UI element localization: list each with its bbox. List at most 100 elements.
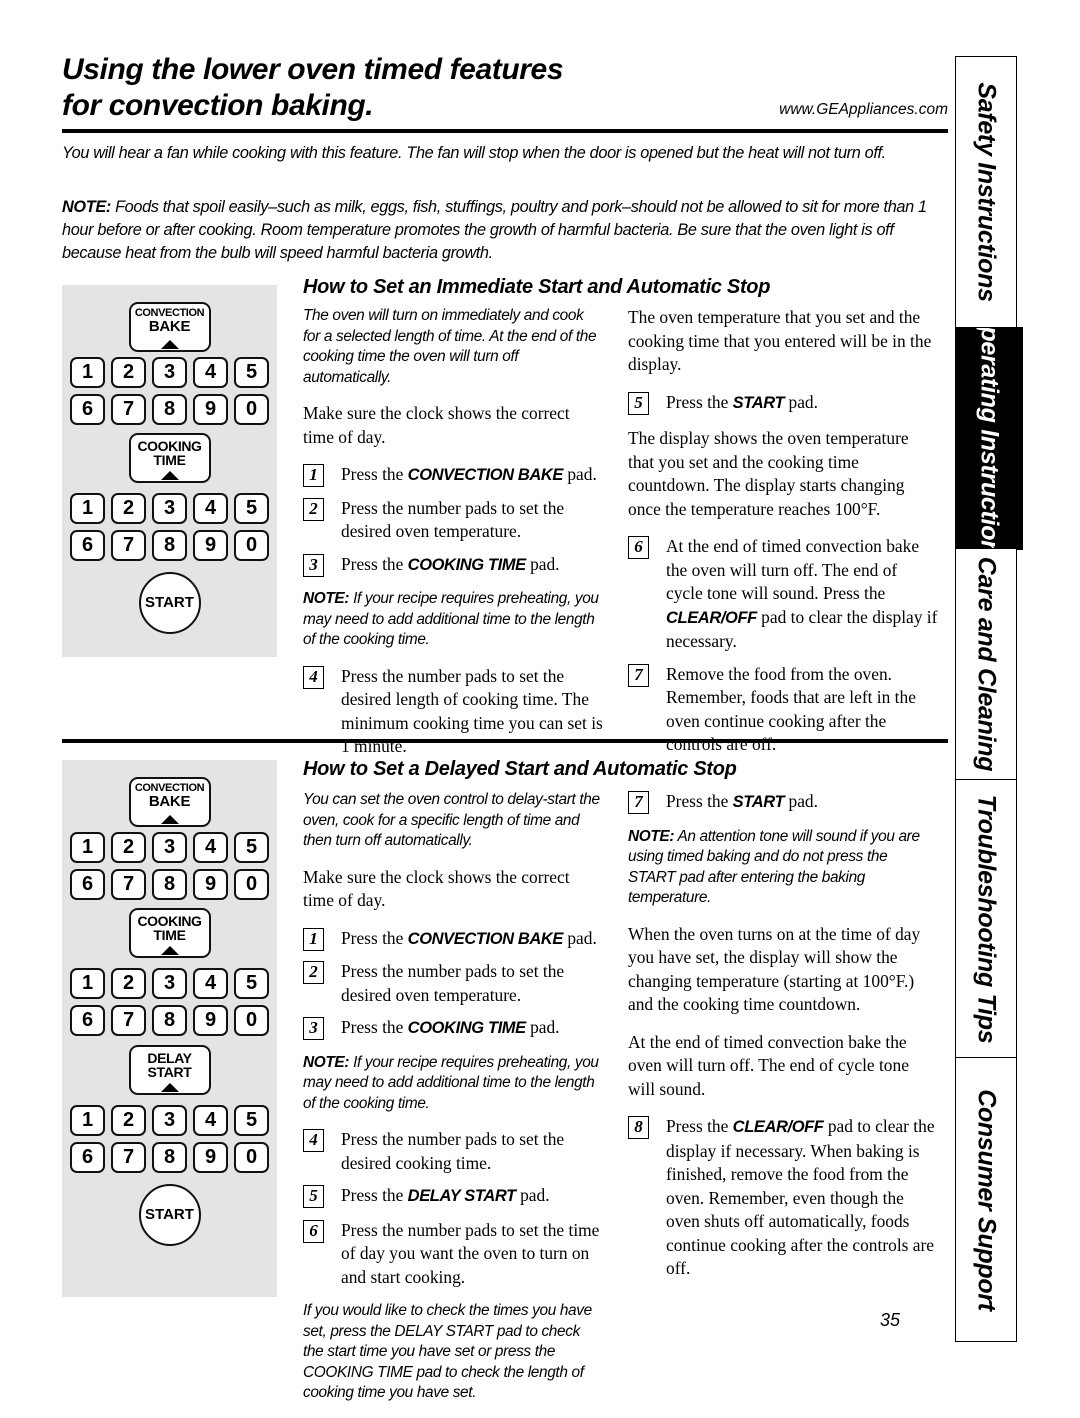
number-pad-1[interactable]: 1 [70,1105,105,1136]
number-pad-7[interactable]: 7 [111,394,146,425]
number-pad-9[interactable]: 9 [193,1005,228,1036]
cooking-time-pad[interactable]: COOKING TIME [128,433,211,483]
keypad-row-top-3: 12345 [70,1105,269,1136]
keypad-row-top-1: 12345 [70,832,269,863]
number-pad-9[interactable]: 9 [193,394,228,425]
step-text-pre: Press the [666,1116,733,1136]
number-pad-7[interactable]: 7 [111,1142,146,1173]
number-pad-2[interactable]: 2 [111,968,146,999]
keypad-row-bottom-2: 67890 [70,530,269,561]
number-pad-3[interactable]: 3 [152,1105,187,1136]
number-pad-6[interactable]: 6 [70,869,105,900]
number-pad-6[interactable]: 6 [70,1142,105,1173]
number-pad-0[interactable]: 0 [234,530,269,561]
keypad-row-top-1: 12345 [70,357,269,388]
number-pad-9[interactable]: 9 [193,530,228,561]
keypad-row-bottom-1: 67890 [70,869,269,900]
intro-paragraph: You will hear a fan while cooking with t… [62,144,886,162]
sidebar-tab-troubleshooting-tips[interactable]: Troubleshooting Tips [955,778,1017,1059]
number-pad-5[interactable]: 5 [234,968,269,999]
note-label: NOTE: [628,827,675,845]
step-text-pre: Press the [341,927,408,948]
number-pad-1[interactable]: 1 [70,968,105,999]
pad-reference: START [732,393,785,412]
number-pad-1[interactable]: 1 [70,832,105,863]
sidebar-tab-care-and-cleaning[interactable]: Care and Cleaning [955,548,1017,780]
number-pad-4[interactable]: 4 [193,493,228,524]
number-pad-4[interactable]: 4 [193,832,228,863]
step-number-box: 5 [303,1185,324,1208]
cooking-time-pad[interactable]: COOKING TIME [128,908,211,958]
number-pad-5[interactable]: 5 [234,357,269,388]
sidebar-tab-operating-instructions[interactable]: Operating Instructions [955,326,1023,550]
step-text-post: pad. [563,927,597,948]
section-2-preheat-note: NOTE: If your recipe requires preheating… [303,1053,603,1115]
number-pad-8[interactable]: 8 [152,869,187,900]
step-number-box: 7 [628,791,649,814]
number-pad-2[interactable]: 2 [111,832,146,863]
section-2-heading: How to Set a Delayed Start and Automatic… [303,758,737,780]
page-title-line-1: Using the lower oven timed features [62,53,564,86]
number-pad-7[interactable]: 7 [111,869,146,900]
number-pad-6[interactable]: 6 [70,530,105,561]
number-pad-2[interactable]: 2 [111,357,146,388]
sidebar-tab-label: Troubleshooting Tips [972,794,1001,1043]
number-pad-3[interactable]: 3 [152,832,187,863]
number-pad-0[interactable]: 0 [234,869,269,900]
page-number: 35 [880,1310,901,1330]
number-pad-3[interactable]: 3 [152,357,187,388]
delay-start-pad-line-2: START [147,1064,192,1081]
number-pad-3[interactable]: 3 [152,968,187,999]
number-pad-7[interactable]: 7 [111,1005,146,1036]
number-pad-9[interactable]: 9 [193,1142,228,1173]
pad-arrow-icon [160,815,179,824]
number-pad-8[interactable]: 8 [152,394,187,425]
step-text-pre: Press the [341,1185,408,1205]
number-pad-8[interactable]: 8 [152,1142,187,1173]
step-number-box: 6 [303,1219,324,1243]
number-pad-6[interactable]: 6 [70,394,105,425]
number-pad-5[interactable]: 5 [234,1105,269,1136]
number-pad-2[interactable]: 2 [111,1105,146,1136]
step-text-post: pad. [525,1017,560,1037]
pad-arrow-icon [160,946,179,955]
step-number-box: 4 [303,665,324,689]
delay-start-pad[interactable]: DELAY START [128,1045,211,1095]
section-2-step-8: 8 Press the CLEAR/OFF pad to clear the d… [628,1115,938,1281]
number-pad-4[interactable]: 4 [193,968,228,999]
number-pad-9[interactable]: 9 [193,869,228,900]
number-pad-0[interactable]: 0 [234,394,269,425]
step-text-post: pad. [784,791,818,811]
number-pad-3[interactable]: 3 [152,493,187,524]
control-panel-illustration-delayed-start: CONVECTION BAKE 12345 67890 COOKING TIME… [62,760,277,1297]
sidebar-tab-safety-instructions[interactable]: Safety Instructions [955,56,1017,328]
number-pad-1[interactable]: 1 [70,493,105,524]
number-pad-8[interactable]: 8 [152,1005,187,1036]
step-number-box: 1 [303,464,324,487]
number-pad-0[interactable]: 0 [234,1005,269,1036]
convection-bake-pad[interactable]: CONVECTION BAKE [128,777,211,827]
number-pad-5[interactable]: 5 [234,493,269,524]
number-pad-4[interactable]: 4 [193,357,228,388]
sidebar-tab-label: Care and Cleaning [972,556,1001,772]
convection-bake-pad[interactable]: CONVECTION BAKE [128,302,211,352]
number-pad-2[interactable]: 2 [111,493,146,524]
section-2-right-column: 7 Press the START pad. NOTE: An attentio… [628,790,938,1290]
step-text-post: pad to clear the display if necessary. W… [666,1116,935,1278]
number-pad-0[interactable]: 0 [234,1142,269,1173]
number-pad-5[interactable]: 5 [234,832,269,863]
start-button-pad[interactable]: START [138,572,201,634]
start-button-pad[interactable]: START [138,1184,201,1246]
number-pad-6[interactable]: 6 [70,1005,105,1036]
sidebar-tab-label: Safety Instructions [972,82,1001,302]
pad-reference: CONVECTION BAKE [407,929,564,948]
note-label: NOTE: [303,1053,350,1071]
number-pad-1[interactable]: 1 [70,357,105,388]
step-number-box: 6 [628,536,649,559]
sidebar-tab-label: Consumer Support [972,1088,1001,1311]
number-pad-7[interactable]: 7 [111,530,146,561]
sidebar-tab-consumer-support[interactable]: Consumer Support [955,1057,1017,1342]
number-pad-8[interactable]: 8 [152,530,187,561]
step-number-box: 2 [303,497,324,521]
number-pad-4[interactable]: 4 [193,1105,228,1136]
